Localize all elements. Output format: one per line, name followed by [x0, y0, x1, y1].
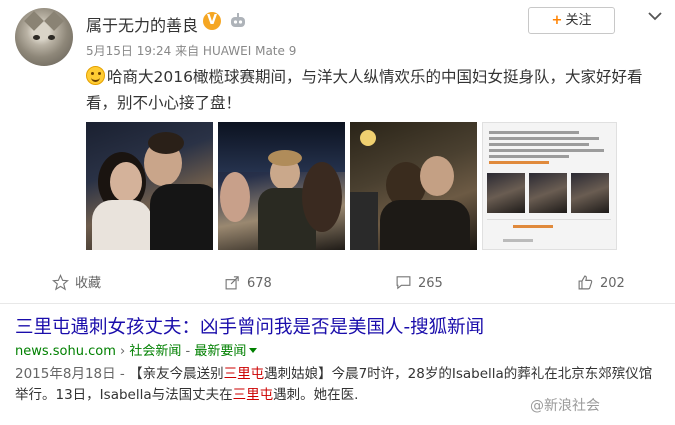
- favorite-button[interactable]: 收藏: [51, 268, 102, 300]
- post-text: 哈商大2016橄榄球赛期间，与洋大人纵情欢乐的中国妇女挺身队，大家好好看 看，别…: [86, 64, 666, 116]
- share-button[interactable]: 678: [224, 268, 272, 300]
- desc-part-1: 【亲友今晨送别: [129, 366, 224, 382]
- comment-icon: [396, 276, 411, 290]
- desc-highlight-2: 三里屯: [232, 387, 274, 403]
- photo-grid: [86, 122, 666, 250]
- member-icon: [231, 13, 245, 27]
- desc-part-2: 遇刺姑娘】今晨7时许，28岁的Isabella的葬礼在北京东郊殡仪馆: [264, 366, 653, 382]
- like-button[interactable]: 202: [577, 268, 625, 300]
- divider: [0, 303, 675, 304]
- post-photo-1[interactable]: [86, 122, 213, 250]
- follow-button[interactable]: + 关注: [528, 7, 615, 34]
- follow-label: 关注: [565, 13, 592, 28]
- post-text-line2: 看，别不小心接了盘！: [86, 94, 242, 112]
- result-url: news.sohu.com › 社会新闻 - 最新要闻: [15, 343, 670, 361]
- url-section-link[interactable]: 社会新闻: [129, 344, 181, 359]
- weibo-post: 属于无力的善良 V 5月15日 19:24 来自 HUAWEI Mate 9 +…: [0, 0, 675, 300]
- post-meta: 5月15日 19:24 来自 HUAWEI Mate 9: [86, 44, 297, 58]
- favorite-label: 收藏: [75, 276, 102, 291]
- share-icon: [225, 276, 239, 290]
- post-photo-4-screenshot[interactable]: [482, 122, 617, 250]
- watermark: @新浪社会: [530, 398, 600, 414]
- plus-icon: +: [551, 13, 563, 28]
- post-text-line1: 哈商大2016橄榄球赛期间，与洋大人纵情欢乐的中国妇女挺身队，大家好好看: [107, 68, 643, 86]
- smiley-icon: [86, 66, 105, 85]
- share-count: 678: [247, 276, 272, 291]
- caret-down-icon[interactable]: [249, 348, 258, 353]
- like-count: 202: [600, 276, 625, 291]
- comment-button[interactable]: 265: [395, 268, 443, 300]
- desc-part-3: 举行。13日，Isabella与法国丈夫在: [15, 387, 233, 403]
- post-photo-3[interactable]: [350, 122, 477, 250]
- comment-count: 265: [418, 276, 443, 291]
- desc-part-4: 遇刺。她在医.: [273, 387, 359, 403]
- verified-icon: V: [203, 12, 221, 30]
- result-date: 2015年8月18日 -: [15, 366, 130, 382]
- star-icon: [51, 273, 70, 291]
- url-separator: ›: [115, 344, 130, 359]
- chevron-down-icon[interactable]: [647, 8, 663, 24]
- username[interactable]: 属于无力的善良: [86, 12, 198, 36]
- desc-highlight-1: 三里屯: [223, 366, 265, 382]
- url-separator-2: -: [181, 344, 195, 359]
- result-title-link[interactable]: 三里屯遇刺女孩丈夫：凶手曾问我是否是美国人-搜狐新闻: [15, 316, 670, 340]
- url-domain[interactable]: news.sohu.com: [15, 344, 116, 359]
- url-latest-link[interactable]: 最新要闻: [194, 344, 246, 359]
- thumbs-up-icon: [578, 275, 593, 290]
- post-photo-2[interactable]: [218, 122, 345, 250]
- avatar[interactable]: [15, 8, 73, 66]
- search-result: 三里屯遇刺女孩丈夫：凶手曾问我是否是美国人-搜狐新闻 news.sohu.com…: [15, 316, 670, 406]
- post-actions: 收藏 678 265 202: [0, 268, 675, 300]
